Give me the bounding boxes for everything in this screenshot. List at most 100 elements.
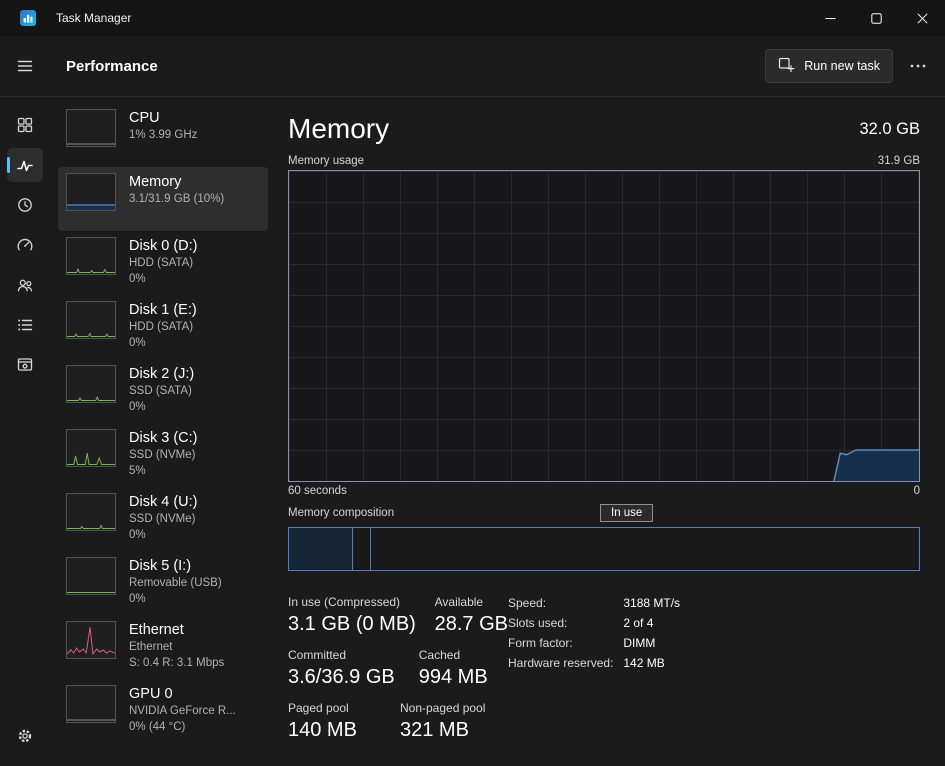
navigation-rail [0, 97, 50, 766]
sidebar-item-sub2: 0% [129, 401, 146, 414]
app-title: Task Manager [56, 11, 132, 25]
run-new-task-button[interactable]: Run new task [765, 49, 893, 83]
sidebar-item-memory[interactable]: Memory 3.1/31.9 GB (10%) [58, 167, 268, 231]
sidebar-item-sub: Ethernet [129, 641, 173, 654]
sidebar-item-disk-5[interactable]: Disk 5 (I:) Removable (USB) 0% [58, 551, 268, 615]
sidebar-item-sub: 1% 3.99 GHz [129, 129, 198, 142]
detail-value: 3188 MT/s [623, 596, 681, 610]
x-axis-right-label: 0 [913, 485, 920, 497]
sidebar-item-sub2: 0% [129, 337, 146, 350]
disk-2-thumbnail [66, 365, 116, 403]
header: Performance Run new task [0, 36, 945, 97]
rail-item-startup-apps[interactable] [7, 228, 43, 262]
sidebar-item-sub2: 0% (44 °C) [129, 721, 186, 734]
caption-buttons [807, 0, 945, 36]
processes-icon [17, 117, 33, 133]
detail-value: 2 of 4 [623, 616, 654, 630]
app-history-icon [18, 198, 32, 212]
stat-label: Available [434, 595, 484, 609]
startup-apps-icon [17, 238, 33, 251]
resource-title: Memory [288, 113, 390, 144]
stat-label: Committed [288, 648, 347, 662]
stat-value: 140 MB [288, 719, 357, 741]
stat-value: 28.7 GB [434, 613, 508, 635]
task-manager-app-icon [20, 10, 36, 26]
sidebar-item-sub: NVIDIA GeForce R... [129, 705, 236, 718]
navigation-menu-button[interactable] [7, 49, 43, 83]
rail-item-details[interactable] [7, 308, 43, 342]
sidebar-item-title: Disk 4 (U:) [129, 494, 198, 510]
rail-item-performance[interactable] [7, 148, 43, 182]
services-icon [17, 358, 33, 371]
more-options-button[interactable] [901, 51, 935, 81]
ethernet-thumbnail [66, 621, 116, 659]
page-title: Performance [66, 57, 158, 75]
task-manager-window: Task Manager Performance Run new task CP… [0, 0, 945, 766]
disk-0-mini-graph [67, 267, 115, 273]
sidebar-item-cpu[interactable]: CPU 1% 3.99 GHz [58, 103, 268, 167]
x-axis-left-label: 60 seconds [288, 485, 347, 497]
stat-label: Cached [418, 648, 461, 662]
rail-item-settings[interactable] [7, 719, 43, 753]
sidebar-item-sub2: 0% [129, 529, 146, 542]
stats-row-1: In use (Compressed) 3.1 GB (0 MB) Availa… [288, 595, 508, 636]
stat-label: In use (Compressed) [288, 595, 401, 609]
rail-item-users[interactable] [7, 268, 43, 302]
disk-0-thumbnail [66, 237, 116, 275]
rail-item-services[interactable] [7, 348, 43, 382]
minimize-button[interactable] [807, 0, 853, 36]
run-new-task-icon [778, 56, 795, 76]
memory-detail-panel: Memory 32.0 GB Memory usage 31.9 GB 60 s… [268, 97, 945, 766]
detail-row-speed: Speed: 3188 MT/s [508, 596, 680, 610]
sidebar-item-title: Disk 0 (D:) [129, 238, 198, 254]
hardware-details: Speed: 3188 MT/s Slots used: 2 of 4 Form… [508, 595, 680, 754]
settings-gear-icon [18, 729, 32, 743]
stats-row-3: Paged pool 140 MB Non-paged pool 321 MB [288, 701, 508, 742]
memory-thumbnail [66, 173, 116, 211]
memory-mini-fill [67, 205, 115, 210]
composition-modified-segment[interactable] [353, 528, 371, 570]
sidebar-item-title: Disk 3 (C:) [129, 430, 198, 446]
hamburger-icon [17, 60, 33, 72]
disk-1-thumbnail [66, 301, 116, 339]
sidebar-item-sub: HDD (SATA) [129, 321, 194, 334]
usage-max-label: 31.9 GB [877, 155, 920, 167]
detail-row-form-factor: Form factor: DIMM [508, 636, 680, 650]
sidebar-item-title: Disk 5 (I:) [129, 558, 192, 574]
sidebar-item-gpu-0[interactable]: GPU 0 NVIDIA GeForce R... 0% (44 °C) [58, 679, 268, 743]
detail-row-slots-used: Slots used: 2 of 4 [508, 616, 680, 630]
close-button[interactable] [899, 0, 945, 36]
sidebar-item-title: Memory [129, 174, 182, 190]
stat-value: 994 MB [418, 666, 488, 688]
ethernet-mini-graph [67, 626, 115, 656]
sidebar-item-sub: 3.1/31.9 GB (10%) [129, 193, 225, 206]
stat-value: 3.1 GB (0 MB) [288, 613, 416, 635]
memory-composition-bar[interactable] [288, 527, 920, 571]
sidebar-item-disk-0[interactable]: Disk 0 (D:) HDD (SATA) 0% [58, 231, 268, 295]
sidebar-item-sub: SSD (NVMe) [129, 449, 196, 462]
selected-indicator [7, 157, 10, 173]
sidebar-item-sub: Removable (USB) [129, 577, 222, 590]
disk-1-mini-graph [67, 332, 115, 337]
detail-row-hardware-reserved: Hardware reserved: 142 MB [508, 656, 680, 670]
disk-3-thumbnail [66, 429, 116, 467]
memory-usage-graph [288, 170, 920, 482]
sidebar-item-disk-3[interactable]: Disk 3 (C:) SSD (NVMe) 5% [58, 423, 268, 487]
usage-label: Memory usage [288, 155, 365, 167]
sidebar-item-disk-4[interactable]: Disk 4 (U:) SSD (NVMe) 0% [58, 487, 268, 551]
sidebar-item-ethernet[interactable]: Ethernet Ethernet S: 0.4 R: 3.1 Mbps [58, 615, 268, 679]
sidebar-item-title: Disk 1 (E:) [129, 302, 197, 318]
detail-label: Slots used: [508, 616, 568, 630]
detail-value: 142 MB [623, 656, 665, 670]
sidebar-item-disk-2[interactable]: Disk 2 (J:) SSD (SATA) 0% [58, 359, 268, 423]
stats-row-2: Committed 3.6/36.9 GB Cached 994 MB [288, 648, 508, 689]
sidebar-item-disk-1[interactable]: Disk 1 (E:) HDD (SATA) 0% [58, 295, 268, 359]
detail-label: Form factor: [508, 636, 573, 650]
rail-item-processes[interactable] [7, 108, 43, 142]
maximize-button[interactable] [853, 0, 899, 36]
users-icon [17, 279, 33, 292]
sidebar-item-title: Disk 2 (J:) [129, 366, 195, 382]
sidebar-item-title: Ethernet [129, 622, 184, 638]
rail-item-app-history[interactable] [7, 188, 43, 222]
composition-in-use-segment[interactable] [289, 528, 354, 570]
